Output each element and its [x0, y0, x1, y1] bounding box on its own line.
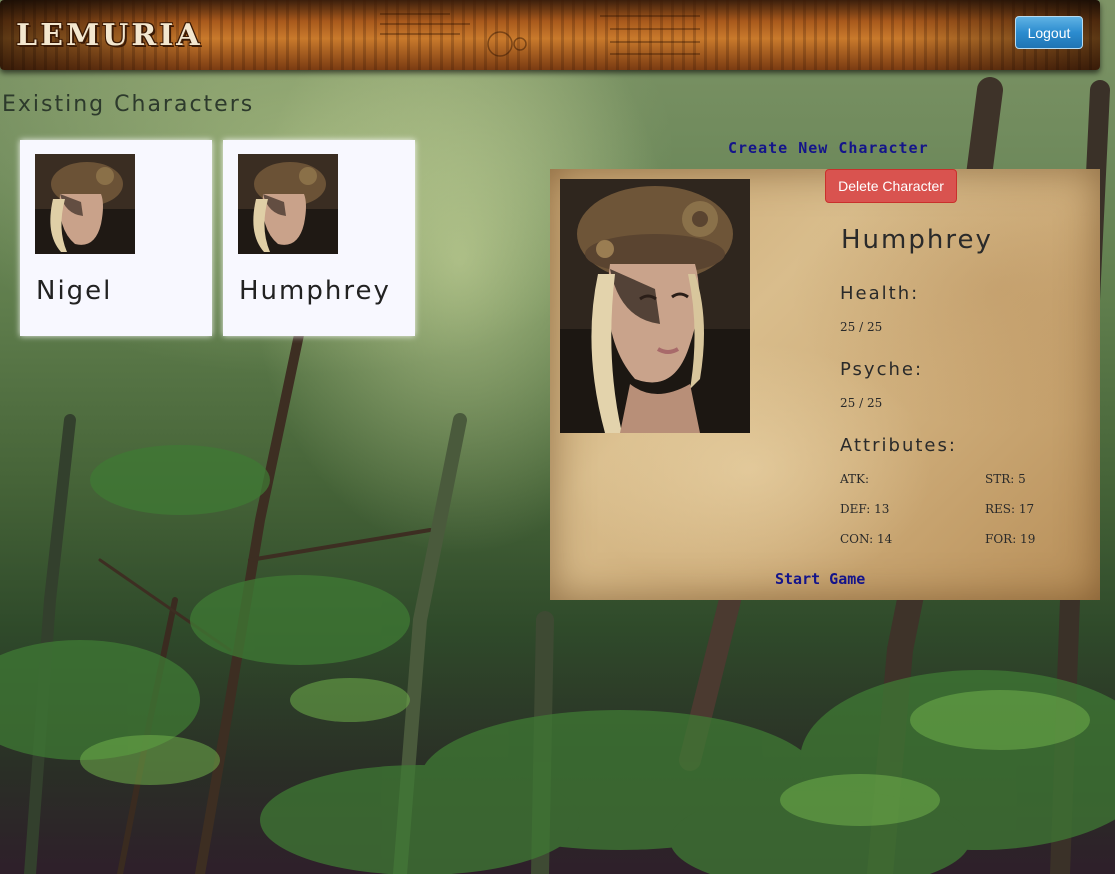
psyche-value: 25 / 25: [840, 396, 883, 410]
psyche-label: Psyche:: [840, 359, 924, 380]
newspaper-texture: [380, 4, 700, 64]
app-logo: LEMURIA: [16, 18, 203, 53]
selected-character-name: Humphrey: [841, 225, 993, 255]
create-new-character-link[interactable]: Create New Character: [728, 139, 929, 157]
character-portrait: [560, 179, 750, 433]
start-game-link[interactable]: Start Game: [775, 570, 865, 588]
character-detail-panel: Delete Character Humphrey Health: 25 / 2…: [550, 169, 1100, 600]
health-label: Health:: [840, 283, 920, 304]
character-name: Humphrey: [239, 276, 391, 306]
health-value: 25 / 25: [840, 320, 883, 334]
attribute-def: DEF: 13: [840, 502, 890, 516]
attribute-res: RES: 17: [985, 502, 1035, 516]
attribute-atk: ATK:: [840, 472, 870, 486]
top-navbar: LEMURIA Logout: [0, 0, 1100, 70]
character-card-humphrey[interactable]: Humphrey: [223, 140, 415, 336]
delete-character-button[interactable]: Delete Character: [825, 169, 957, 203]
attribute-str: STR: 5: [985, 472, 1026, 486]
existing-characters-heading: Existing Characters: [2, 92, 255, 117]
logout-button[interactable]: Logout: [1015, 16, 1083, 49]
attributes-label: Attributes:: [840, 435, 957, 456]
character-portrait-thumbnail: [238, 154, 338, 254]
gear-sketch-icon: [380, 13, 700, 57]
character-card-nigel[interactable]: Nigel: [20, 140, 212, 336]
attribute-for: FOR: 19: [985, 532, 1036, 546]
character-name: Nigel: [36, 276, 113, 306]
character-portrait-thumbnail: [35, 154, 135, 254]
attribute-con: CON: 14: [840, 532, 893, 546]
